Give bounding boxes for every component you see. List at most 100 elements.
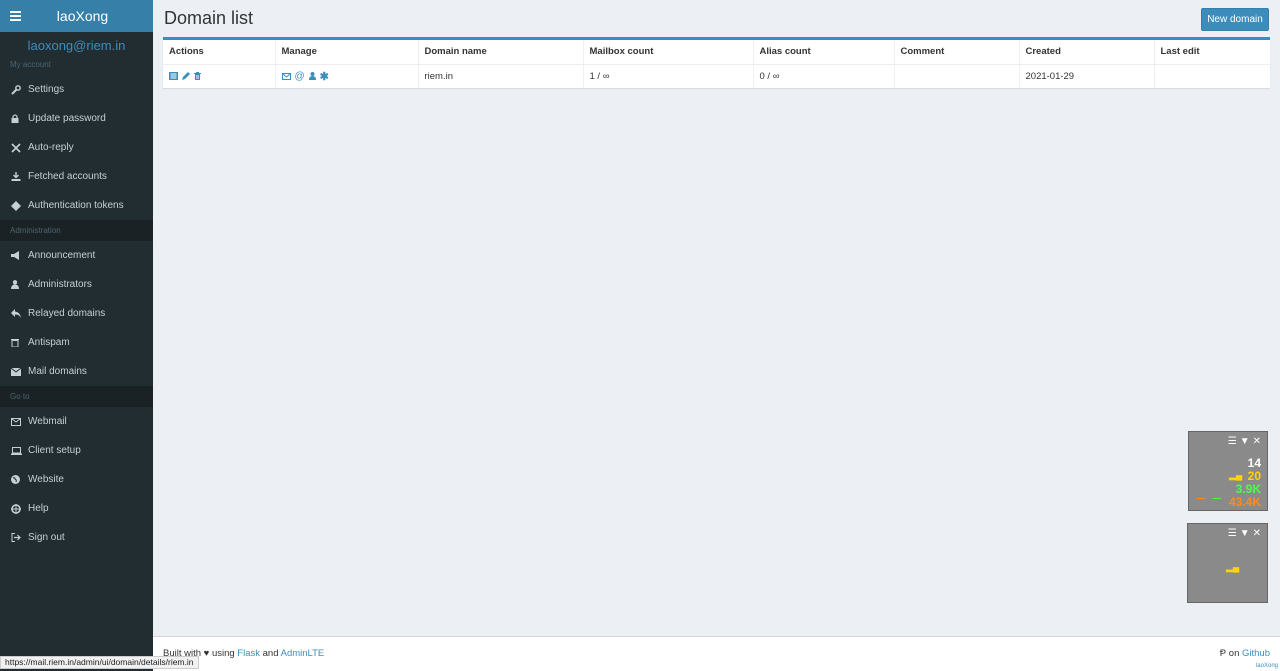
sidebar-item-authentication-tokens[interactable]: Authentication tokens <box>0 191 153 220</box>
trash-icon <box>11 338 25 347</box>
envelope-outline-icon <box>11 417 25 426</box>
bar-green-icon <box>1213 498 1221 499</box>
user-icon <box>11 280 25 289</box>
at-icon[interactable]: @ <box>295 71 305 82</box>
section-administration: Administration <box>0 220 153 241</box>
bar-orange-icon <box>1197 498 1205 499</box>
close-icon[interactable]: ✕ <box>1253 436 1261 447</box>
sidebar-item-label: Webmail <box>28 416 67 427</box>
lock-icon <box>11 114 25 123</box>
sidebar-item-label: Relayed domains <box>28 308 106 319</box>
brand-logo[interactable]: laoXong <box>30 8 153 24</box>
sidebar-item-auto-reply[interactable]: Auto-reply <box>0 133 153 162</box>
sign-out-icon <box>11 533 25 542</box>
user-icon[interactable] <box>308 72 316 81</box>
signal-icon: ▂▄ <box>1229 470 1243 480</box>
sidebar-item-update-password[interactable]: Update password <box>0 104 153 133</box>
sidebar-item-announcement[interactable]: Announcement <box>0 241 153 270</box>
sidebar-item-label: Auto-reply <box>28 142 74 153</box>
footer-and: and <box>262 648 279 659</box>
sidebar-item-label: Authentication tokens <box>28 200 124 211</box>
col-alias-count: Alias count <box>753 40 895 65</box>
sidebar-item-mail-domains[interactable]: Mail domains <box>0 357 153 386</box>
corner-tag: laoXong <box>1255 663 1278 669</box>
monitor-widget-empty[interactable]: ☰ ▼ ✕ ▂▄ <box>1187 523 1268 603</box>
sidebar-item-settings[interactable]: Settings <box>0 75 153 104</box>
domain-table: Actions Manage Domain name Mailbox count… <box>163 40 1270 88</box>
sidebar-item-label: Antispam <box>28 337 70 348</box>
cell-alias-count: 0 / ∞ <box>753 64 895 88</box>
col-mailbox-count: Mailbox count <box>583 40 754 65</box>
sidebar-item-label: Website <box>28 474 64 485</box>
sidebar-item-antispam[interactable]: Antispam <box>0 328 153 357</box>
menu-icon[interactable]: ☰ <box>1228 528 1237 539</box>
sidebar-item-label: Fetched accounts <box>28 171 107 182</box>
sidebar-item-sign-out[interactable]: Sign out <box>0 523 153 552</box>
sidebar-item-label: Settings <box>28 84 65 95</box>
ticket-icon <box>11 200 25 211</box>
wrench-icon <box>11 84 25 95</box>
widget-value-3: 3.9K <box>1235 482 1261 496</box>
download-icon <box>11 172 25 181</box>
signal-icon: ▂▄ <box>1226 562 1240 572</box>
bullhorn-icon <box>11 251 25 260</box>
nav-go-to: Webmail Client setup Website Help Sign out <box>0 407 153 552</box>
sidebar-item-help[interactable]: Help <box>0 494 153 523</box>
footer-on: on <box>1228 648 1240 659</box>
plane-icon <box>11 142 25 153</box>
heart-icon: ♥ <box>203 648 210 659</box>
table-header-row: Actions Manage Domain name Mailbox count… <box>163 40 1270 65</box>
reply-icon <box>11 309 25 318</box>
cell-domain-name: riem.in <box>418 64 584 88</box>
col-created: Created <box>1019 40 1155 65</box>
sidebar: laoXong laoxong@riem.in My account Setti… <box>0 0 153 671</box>
github-link[interactable]: Github <box>1242 648 1270 659</box>
code-fork-icon: Ᵽ <box>1219 648 1227 659</box>
sidebar-item-client-setup[interactable]: Client setup <box>0 436 153 465</box>
status-bar-url: https://mail.riem.in/admin/ui/domain/det… <box>0 656 199 669</box>
user-email: laoxong@riem.in <box>27 38 126 53</box>
sidebar-item-label: Mail domains <box>28 366 87 377</box>
sidebar-item-label: Client setup <box>28 445 81 456</box>
laptop-icon <box>11 446 25 455</box>
brand-bar: laoXong <box>0 0 153 32</box>
envelope-icon <box>11 367 25 376</box>
pencil-icon[interactable] <box>182 72 190 81</box>
cell-last-edit <box>1154 64 1270 88</box>
sidebar-item-webmail[interactable]: Webmail <box>0 407 153 436</box>
footer-github: Ᵽ on Github <box>1220 648 1270 659</box>
sidebar-item-label: Sign out <box>28 532 65 543</box>
sidebar-item-label: Update password <box>28 113 106 124</box>
cell-mailbox-count: 1 / ∞ <box>583 64 754 88</box>
envelope-outline-icon[interactable] <box>281 72 291 80</box>
section-go-to: Go to <box>0 386 153 407</box>
cell-created: 2021-01-29 <box>1019 64 1155 88</box>
col-comment: Comment <box>894 40 1020 65</box>
sidebar-item-label: Administrators <box>28 279 92 290</box>
close-icon[interactable]: ✕ <box>1253 528 1261 539</box>
hamburger-menu-icon[interactable] <box>0 11 30 21</box>
caret-down-icon[interactable]: ▼ <box>1240 436 1250 447</box>
col-last-edit: Last edit <box>1154 40 1270 65</box>
widget-value-1: 14 <box>1247 456 1261 470</box>
footer: Built with ♥ using Flask and AdminLTE Ᵽ … <box>153 636 1280 671</box>
sidebar-item-fetched-accounts[interactable]: Fetched accounts <box>0 162 153 191</box>
nav-my-account: Settings Update password Auto-reply Fetched… <box>0 75 153 220</box>
asterisk-icon[interactable]: ✱ <box>320 70 329 83</box>
col-domain-name: Domain name <box>418 40 584 65</box>
menu-icon[interactable]: ☰ <box>1228 436 1237 447</box>
sidebar-item-website[interactable]: Website <box>0 465 153 494</box>
flask-link[interactable]: Flask <box>237 648 260 659</box>
trash-icon[interactable] <box>194 72 201 81</box>
adminlte-link[interactable]: AdminLTE <box>281 648 325 659</box>
list-details-icon[interactable] <box>169 72 178 81</box>
cell-manage: @ ✱ <box>275 64 419 88</box>
sidebar-item-relayed-domains[interactable]: Relayed domains <box>0 299 153 328</box>
table-row: @ ✱ riem.in 1 / ∞ 0 / ∞ 2021-01-29 <box>163 64 1270 88</box>
new-domain-button[interactable]: New domain <box>1201 8 1269 31</box>
page-title: Domain list <box>164 8 254 28</box>
caret-down-icon[interactable]: ▼ <box>1240 528 1250 539</box>
monitor-widget-stats[interactable]: ☰ ▼ ✕ 14 ▂▄ 20 3.9K 43.4K <box>1188 431 1268 511</box>
section-my-account: My account <box>0 54 153 75</box>
sidebar-item-administrators[interactable]: Administrators <box>0 270 153 299</box>
